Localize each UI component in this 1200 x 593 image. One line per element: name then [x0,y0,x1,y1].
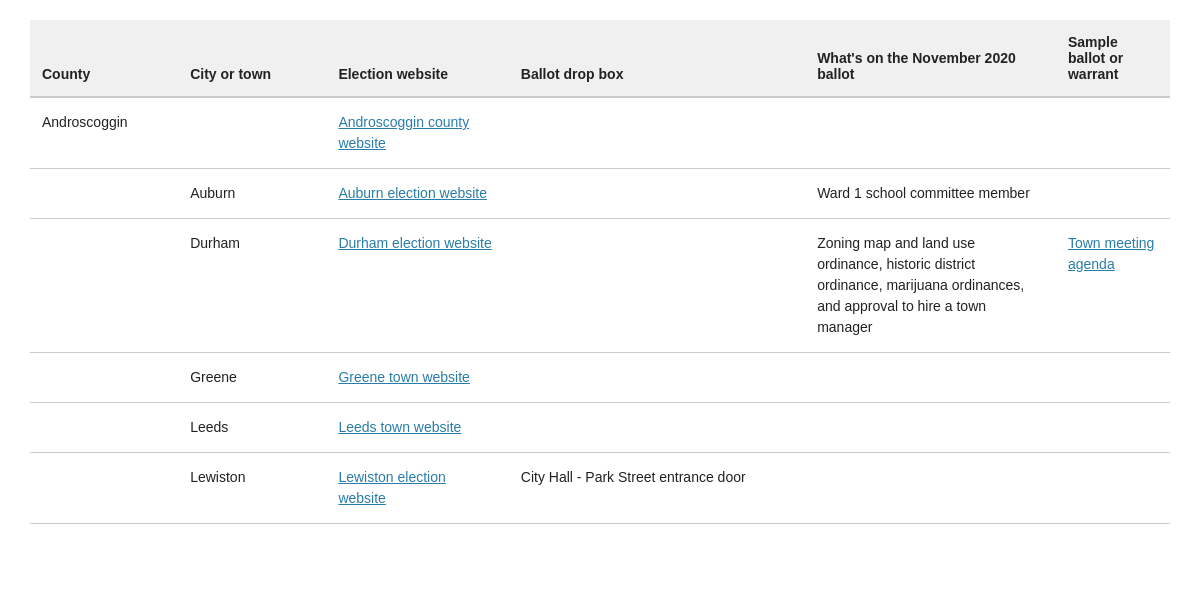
cell-county: Androscoggin [30,97,178,169]
cell-ballot-drop [509,97,805,169]
cell-county [30,353,178,403]
election-website-link[interactable]: Greene town website [338,369,470,385]
cell-whats-on: Ward 1 school committee member [805,169,1056,219]
table-row: Lewiston Lewiston election website City Ha… [30,453,1170,524]
cell-city: Auburn [178,169,326,219]
cell-ballot-drop: City Hall - Park Street entrance door [509,453,805,524]
cell-whats-on: Zoning map and land use ordinance, histo… [805,219,1056,353]
cell-city: Durham [178,219,326,353]
header-election: Election website [326,20,508,97]
cell-ballot-drop [509,353,805,403]
header-city: City or town [178,20,326,97]
cell-sample [1056,403,1170,453]
cell-county [30,403,178,453]
cell-county [30,219,178,353]
election-website-link[interactable]: Durham election website [338,235,491,251]
cell-city: Greene [178,353,326,403]
election-website-link[interactable]: Androscoggin county website [338,114,469,151]
table-row: Greene Greene town website [30,353,1170,403]
cell-election-website: Leeds town website [326,403,508,453]
cell-ballot-drop [509,169,805,219]
cell-ballot-drop [509,403,805,453]
cell-county [30,169,178,219]
cell-election-website: Durham election website [326,219,508,353]
cell-sample [1056,169,1170,219]
cell-county [30,453,178,524]
election-website-link[interactable]: Lewiston election website [338,469,445,506]
cell-election-website: Androscoggin county website [326,97,508,169]
cell-election-website: Lewiston election website [326,453,508,524]
election-website-link[interactable]: Auburn election website [338,185,487,201]
cell-city: Leeds [178,403,326,453]
header-whats-on: What's on the November 2020 ballot [805,20,1056,97]
cell-election-website: Auburn election website [326,169,508,219]
cell-sample: Town meeting agenda [1056,219,1170,353]
table-row: Auburn Auburn election website Ward 1 scho… [30,169,1170,219]
sample-ballot-link[interactable]: Town meeting agenda [1068,235,1154,272]
cell-sample [1056,97,1170,169]
cell-sample [1056,453,1170,524]
cell-election-website: Greene town website [326,353,508,403]
table-row: Androscoggin Androscoggin county website [30,97,1170,169]
cell-city [178,97,326,169]
cell-whats-on [805,353,1056,403]
table-row: Leeds Leeds town website [30,403,1170,453]
header-county: County [30,20,178,97]
table-header-row: County City or town Election website Bal… [30,20,1170,97]
header-ballot-drop: Ballot drop box [509,20,805,97]
header-sample: Sample ballot or warrant [1056,20,1170,97]
cell-sample [1056,353,1170,403]
cell-city: Lewiston [178,453,326,524]
cell-whats-on [805,453,1056,524]
cell-whats-on [805,403,1056,453]
election-website-link[interactable]: Leeds town website [338,419,461,435]
table-row: Durham Durham election website Zoning map … [30,219,1170,353]
cell-ballot-drop [509,219,805,353]
election-table: County City or town Election website Bal… [30,20,1170,524]
cell-whats-on [805,97,1056,169]
